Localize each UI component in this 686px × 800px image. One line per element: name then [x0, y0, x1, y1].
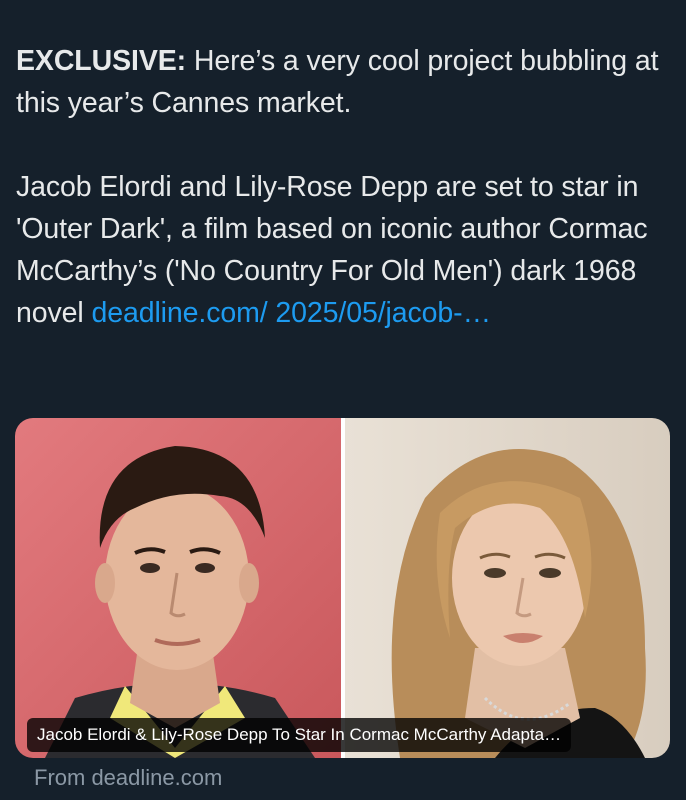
link-preview-card[interactable]: Jacob Elordi & Lily-Rose Depp To Star In…: [15, 418, 670, 758]
tweet-paragraph-body: Jacob Elordi and Lily-Rose Depp are set …: [16, 166, 666, 334]
tweet-paragraph-lead: EXCLUSIVE: Here’s a very cool project bu…: [16, 40, 666, 124]
exclusive-label: EXCLUSIVE:: [16, 45, 187, 77]
card-caption: Jacob Elordi & Lily-Rose Depp To Star In…: [27, 718, 572, 752]
lily-rose-depp-photo: [345, 418, 670, 758]
tweet-text: EXCLUSIVE: Here’s a very cool project bu…: [16, 40, 666, 334]
jacob-elordi-photo: [15, 418, 341, 758]
card-source[interactable]: From deadline.com: [34, 762, 222, 794]
article-link[interactable]: deadline.com/ 2025/05/jacob-…: [91, 297, 491, 329]
